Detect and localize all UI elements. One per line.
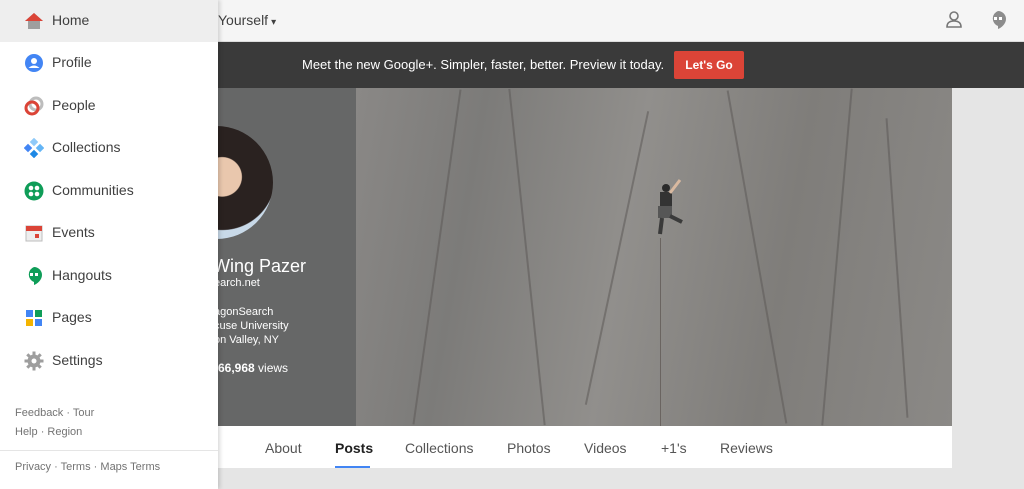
tab-videos[interactable]: Videos xyxy=(584,440,627,456)
sidebar-item-events[interactable]: Events xyxy=(0,212,218,254)
tab-posts[interactable]: Posts xyxy=(335,440,373,456)
footer-separator: · xyxy=(54,461,58,473)
share-target-dropdown[interactable]: Yourself ▾ xyxy=(218,12,276,28)
tab-about[interactable]: About xyxy=(265,440,302,456)
maps-terms-link[interactable]: Maps Terms xyxy=(100,461,160,473)
tab-collections[interactable]: Collections xyxy=(405,440,473,456)
sidebar-item-settings[interactable]: Settings xyxy=(0,340,218,382)
sidebar-item-pages[interactable]: Pages xyxy=(0,297,218,339)
pages-icon xyxy=(26,310,42,326)
help-link[interactable]: Help xyxy=(15,426,38,438)
sidebar-item-communities[interactable]: Communities xyxy=(0,170,218,212)
sidebar-item-hangouts[interactable]: Hangouts xyxy=(0,255,218,297)
terms-link[interactable]: Terms xyxy=(61,461,91,473)
hangouts-icon[interactable] xyxy=(988,10,1008,30)
sidebar-item-label: Profile xyxy=(52,54,92,70)
sidebar-item-label: Settings xyxy=(52,352,103,368)
profile-tabs: About Posts Collections Photos Videos +1… xyxy=(218,426,952,468)
climbing-rope xyxy=(660,238,661,426)
climber-figure xyxy=(658,179,683,235)
footer-separator: · xyxy=(66,407,71,419)
views-count: 66,968 xyxy=(218,361,255,375)
region-link[interactable]: Region xyxy=(47,426,82,438)
banner-text: Meet the new Google+. Simpler, faster, b… xyxy=(302,57,665,72)
sidebar-item-label: Hangouts xyxy=(52,267,112,283)
people-icon xyxy=(24,96,44,116)
sidebar-item-label: Collections xyxy=(52,139,121,155)
tour-link[interactable]: Tour xyxy=(73,407,94,419)
navigation-drawer: Home Profile People Collections Communit… xyxy=(0,0,218,489)
profile-card: Wing Pazer earch.net agonSearch cuse Uni… xyxy=(198,88,356,426)
chevron-down-icon: ▾ xyxy=(271,17,277,28)
cover-photo[interactable] xyxy=(356,88,952,426)
footer-links-row-2: Help · Region xyxy=(15,426,82,438)
sidebar-item-label: Home xyxy=(52,12,90,28)
sidebar-item-collections[interactable]: Collections xyxy=(0,127,218,169)
notifications-people-icon[interactable] xyxy=(944,10,964,30)
collections-icon xyxy=(24,138,44,158)
active-tab-indicator xyxy=(335,466,370,468)
footer-divider xyxy=(0,450,218,451)
tab-plus-ones[interactable]: +1's xyxy=(661,440,687,456)
sidebar-item-label: Pages xyxy=(52,309,92,325)
profile-website[interactable]: earch.net xyxy=(214,277,260,289)
home-icon xyxy=(25,13,43,29)
profile-work: agonSearch xyxy=(214,306,274,318)
sidebar-item-home[interactable]: Home xyxy=(0,0,218,42)
footer-separator: · xyxy=(93,461,98,473)
profile-views: 66,968 views xyxy=(218,361,288,375)
views-label: views xyxy=(258,361,289,375)
profile-icon xyxy=(25,54,43,72)
sidebar-item-label: Events xyxy=(52,224,95,240)
footer-separator: · xyxy=(40,426,45,438)
sidebar-item-label: Communities xyxy=(52,182,134,198)
communities-icon xyxy=(24,181,44,201)
hangouts-icon xyxy=(28,267,42,285)
tab-photos[interactable]: Photos xyxy=(507,440,551,456)
sidebar-item-people[interactable]: People xyxy=(0,85,218,127)
feedback-link[interactable]: Feedback xyxy=(15,407,63,419)
sidebar-item-label: People xyxy=(52,97,96,113)
profile-school: cuse University xyxy=(214,320,289,332)
footer-links-row-3: Privacy · Terms · Maps Terms xyxy=(15,461,160,473)
share-target-label: Yourself xyxy=(218,12,269,28)
events-icon xyxy=(25,225,43,242)
sidebar-item-profile[interactable]: Profile xyxy=(0,42,218,84)
profile-name: Wing Pazer xyxy=(213,256,307,276)
lets-go-button[interactable]: Let's Go xyxy=(674,51,744,79)
gear-icon xyxy=(24,351,44,371)
profile-location: on Valley, NY xyxy=(214,334,280,346)
privacy-link[interactable]: Privacy xyxy=(15,461,51,473)
footer-links-row-1: Feedback · Tour xyxy=(15,407,94,419)
tab-reviews[interactable]: Reviews xyxy=(720,440,773,456)
